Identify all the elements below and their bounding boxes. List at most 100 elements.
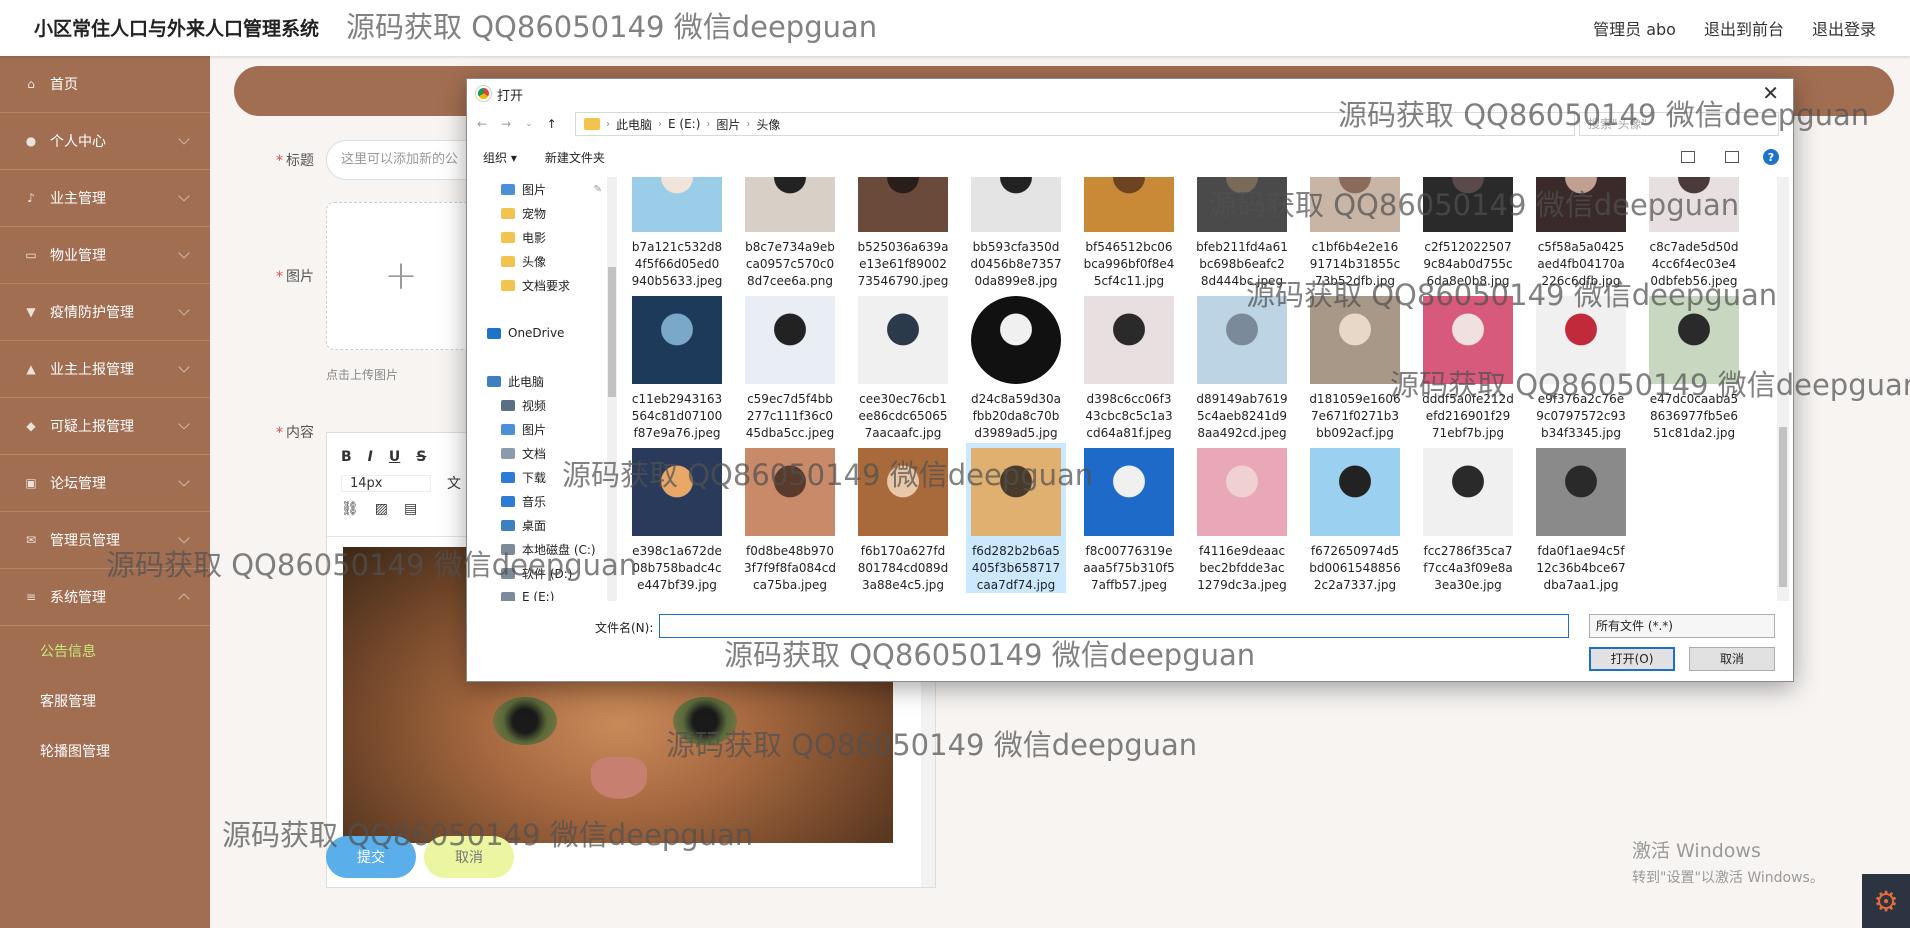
forward-arrow-icon[interactable]: → [501, 117, 511, 131]
sidebar-item-home[interactable]: ⌂ 首页 [0, 56, 210, 113]
file-item[interactable]: bfeb211fd4a61bc698b6eafc28d444bc.jpeg [1192, 177, 1292, 289]
video-icon[interactable]: ▤ [404, 501, 417, 517]
filename-input[interactable] [659, 614, 1569, 638]
breadcrumb-item[interactable]: 头像 [756, 116, 780, 133]
file-name: b8c7e734a9ebca0957c570c08d7cee6a.png [745, 240, 835, 288]
cancel-button[interactable]: 取消 [424, 836, 514, 878]
sidebar-sub-notices[interactable]: 公告信息 [0, 626, 210, 676]
nav-item[interactable]: 音乐 [467, 489, 616, 513]
font-size-select[interactable]: 14px [341, 474, 431, 492]
back-to-front-link[interactable]: 退出到前台 [1704, 16, 1784, 40]
sidebar-item-system[interactable]: ≡ 系统管理 [0, 569, 210, 626]
nav-item[interactable]: 文档要求 [467, 273, 616, 297]
file-item[interactable]: fcc2786f35ca7f7cc4a3f09e8a3ea30e.jpg [1418, 443, 1518, 593]
strike-button[interactable]: S [416, 449, 426, 465]
close-icon[interactable]: ✕ [1762, 81, 1779, 105]
file-item[interactable]: c11eb2943163564c81d07100f87e9a76.jpeg [627, 291, 727, 441]
image-icon[interactable]: ▨ [375, 501, 388, 517]
file-item[interactable]: d89149ab76195c4aeb8241d98aa492cd.jpeg [1192, 291, 1292, 441]
file-item[interactable]: c2f5120225079c84ab0d755c6da8e0b8.jpg [1418, 177, 1518, 289]
dialog-cancel-button[interactable]: 取消 [1689, 647, 1775, 671]
sidebar-item-label: 疫情防护管理 [50, 305, 134, 321]
file-item[interactable]: d181059e16067e671f0271b3bb092acf.jpg [1305, 291, 1405, 441]
file-item[interactable]: c8c7ade5d50d4cc6f4ec03e40dbfeb56.jpeg [1644, 177, 1744, 289]
file-item[interactable]: cee30ec76cb1ee86cdc650657aacaafc.jpg [853, 291, 953, 441]
nav-item[interactable]: E (E:) [467, 585, 616, 601]
file-item[interactable]: c5f58a5a0425aed4fb04170a226c6dfb.jpg [1531, 177, 1631, 289]
file-type-select[interactable]: 所有文件 (*.*) [1589, 614, 1775, 638]
cat-nose [591, 757, 647, 799]
sidebar-item-property[interactable]: ▭ 物业管理 [0, 227, 210, 284]
italic-button[interactable]: I [368, 449, 373, 465]
preview-pane-icon[interactable] [1725, 151, 1739, 163]
underline-button[interactable]: U [389, 449, 400, 465]
organize-button[interactable]: 组织 ▾ [483, 149, 517, 166]
nav-item[interactable]: 本地磁盘 (C:) [467, 537, 616, 561]
file-item[interactable]: bf546512bc06bca996bf0f8e45cf4c11.jpg [1079, 177, 1179, 289]
file-item[interactable]: f4116e9deaacbec2bfdde3ac1279dc3a.jpeg [1192, 443, 1292, 593]
nav-item[interactable]: 图片 [467, 417, 616, 441]
sidebar-item-admins[interactable]: ✉ 管理员管理 [0, 512, 210, 569]
file-item[interactable]: e9f376a2c76e9c0797572c93b34f3345.jpg [1531, 291, 1631, 441]
nav-item[interactable]: 桌面 [467, 513, 616, 537]
nav-item[interactable]: 电影 [467, 225, 616, 249]
nav-item[interactable]: 文档 [467, 441, 616, 465]
file-item[interactable]: f6b170a627fd801784cd089d3a88e4c5.jpg [853, 443, 953, 593]
up-arrow-icon[interactable]: ↑ [547, 117, 557, 131]
bold-button[interactable]: B [341, 449, 352, 465]
nav-item[interactable]: 此电脑 [467, 369, 616, 393]
file-item[interactable]: bb593cfa350dd0456b8e73570da899e8.jpg [966, 177, 1066, 289]
sidebar-item-forum[interactable]: ▣ 论坛管理 [0, 455, 210, 512]
nav-item[interactable]: OneDrive [467, 321, 616, 345]
search-input[interactable]: 搜索"头像" [1579, 112, 1779, 136]
nav-item[interactable]: 下载 [467, 465, 616, 489]
files-scrollbar[interactable] [1777, 177, 1789, 601]
sidebar-item-profile[interactable]: ● 个人中心 [0, 113, 210, 170]
file-item[interactable]: fda0f1ae94c5f12c36b4bce67dba7aa1.jpg [1531, 443, 1631, 593]
nav-item[interactable]: 软件 (D:) [467, 561, 616, 585]
breadcrumb-item[interactable]: 此电脑 [616, 116, 652, 133]
submit-button[interactable]: 提交 [326, 836, 416, 878]
file-item[interactable]: c1bf6b4e2e1691714b31855c73b52dfb.jpg [1305, 177, 1405, 289]
address-bar[interactable]: › 此电脑 › E (E:) › 图片 › 头像 [575, 112, 1575, 136]
file-item[interactable]: c59ec7d5f4bb277c111f36c045dba5cc.jpeg [740, 291, 840, 441]
back-arrow-icon[interactable]: ← [477, 117, 487, 131]
nav-item[interactable]: 头像 [467, 249, 616, 273]
file-item[interactable]: b7a121c532d84f5f66d05ed0940b5633.jpeg [627, 177, 727, 289]
sidebar-item-suspicious-reports[interactable]: ◆ 可疑上报管理 [0, 398, 210, 455]
admin-user-link[interactable]: 管理员 abo [1593, 16, 1676, 40]
nav-item[interactable]: 宠物 [467, 201, 616, 225]
sidebar-item-owner-reports[interactable]: ▲ 业主上报管理 [0, 341, 210, 398]
gear-icon[interactable]: ⚙ [1862, 874, 1910, 928]
nav-scrollbar[interactable] [607, 177, 617, 601]
link-icon[interactable]: ⛓ [341, 501, 359, 517]
file-item[interactable]: f0d8be48b9703f7f9f8fa084cdca75ba.jpeg [740, 443, 840, 593]
view-mode-icon[interactable] [1681, 151, 1695, 163]
breadcrumb-item[interactable]: 图片 [716, 116, 740, 133]
file-item[interactable]: e47dc0caaba58636977fb5e651c81da2.jpg [1644, 291, 1744, 441]
sidebar-sub-carousel[interactable]: 轮播图管理 [0, 726, 210, 776]
file-item[interactable]: f672650974d5bd00615488562c2a7337.jpg [1305, 443, 1405, 593]
nav-item[interactable]: 图片 ✎ [467, 177, 616, 201]
file-item[interactable]: f8c00776319eaaa5f75b310f57affb57.jpeg [1079, 443, 1179, 593]
file-item[interactable]: b525036a639ae13e61f8900273546790.jpeg [853, 177, 953, 289]
file-item[interactable]: d398c6cc06f343cbc8c5c1a3cd64a81f.jpeg [1079, 291, 1179, 441]
nav-item[interactable]: 视频 [467, 393, 616, 417]
file-item[interactable]: b8c7e734a9ebca0957c570c08d7cee6a.png [740, 177, 840, 289]
new-folder-button[interactable]: 新建文件夹 [545, 149, 605, 166]
open-button[interactable]: 打开(O) [1589, 647, 1675, 671]
logout-link[interactable]: 退出登录 [1812, 16, 1876, 40]
sidebar-item-epidemic[interactable]: ▼ 疫情防护管理 [0, 284, 210, 341]
recent-chevron-icon[interactable]: ⌄ [525, 119, 533, 129]
file-thumbnail [632, 177, 722, 232]
file-item[interactable]: dddf5a0fe212defd216901f2971ebf7b.jpg [1418, 291, 1518, 441]
sidebar-sub-service[interactable]: 客服管理 [0, 676, 210, 726]
file-item[interactable]: e398c1a672de08b758badc4ce447bf39.jpg [627, 443, 727, 593]
help-icon[interactable]: ? [1763, 149, 1779, 165]
image-upload-box[interactable]: + [326, 202, 476, 350]
breadcrumb-item[interactable]: E (E:) [668, 117, 700, 131]
sidebar-item-owners[interactable]: ♪ 业主管理 [0, 170, 210, 227]
file-item[interactable]: d24c8a59d30afbb20da8c70bd3989ad5.jpg [966, 291, 1066, 441]
file-item[interactable]: f6d282b2b6a5405f3b658717caa7df74.jpg [966, 443, 1066, 593]
font-family-select[interactable]: 文 [447, 473, 461, 493]
